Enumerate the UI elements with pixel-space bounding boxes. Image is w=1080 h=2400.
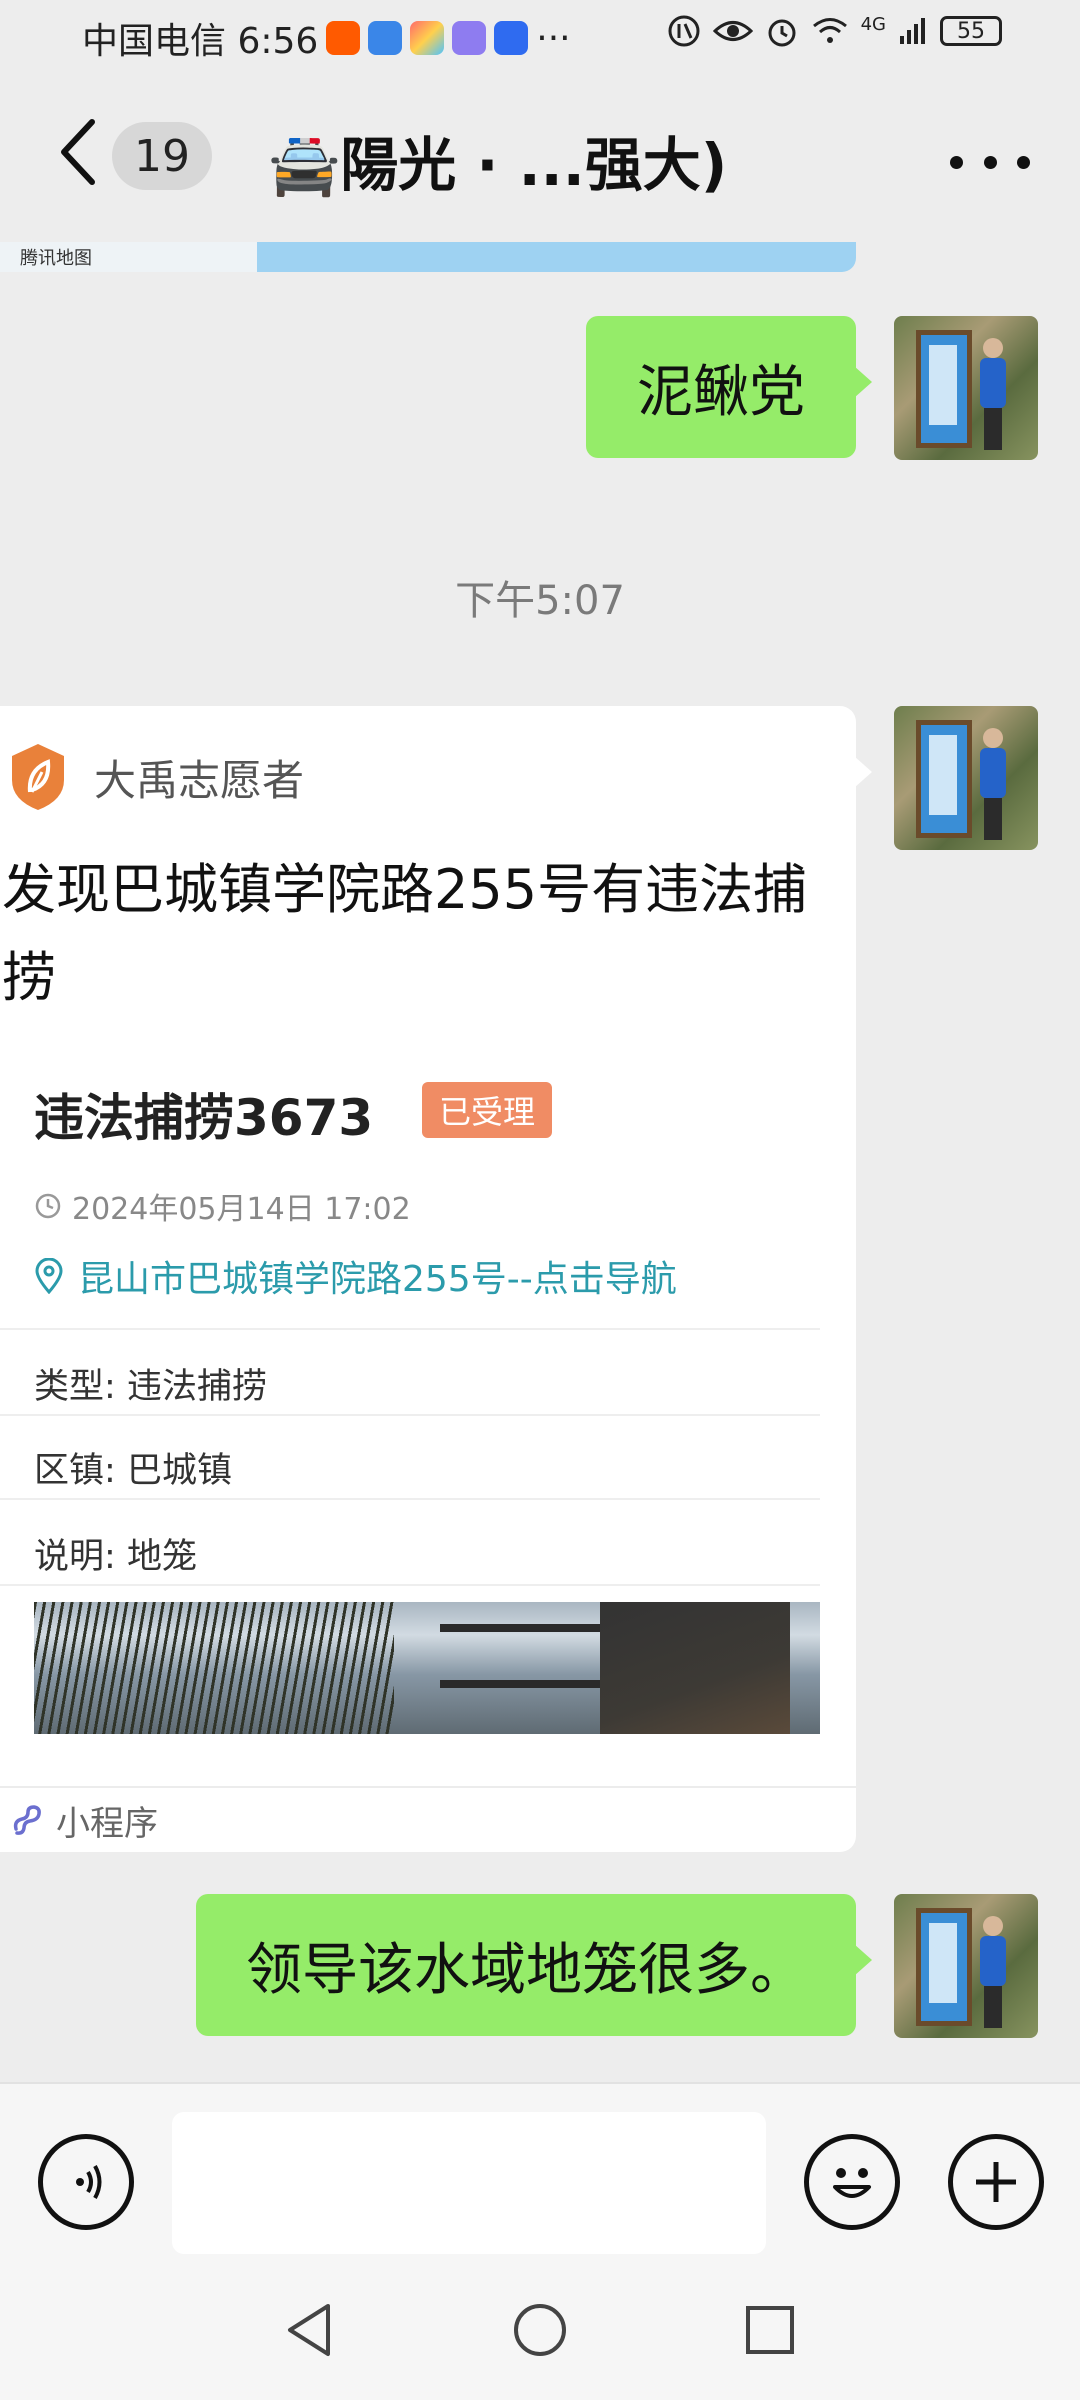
more-notifications-icon: ··· xyxy=(536,17,571,59)
location-pin-icon xyxy=(35,1258,63,1294)
smiley-icon xyxy=(833,2168,871,2198)
more-dot-icon xyxy=(1017,155,1030,169)
row-key: 区镇: xyxy=(34,1451,116,1491)
more-dot-icon xyxy=(983,155,997,169)
wifi-icon xyxy=(812,18,847,43)
back-button[interactable] xyxy=(50,112,110,192)
detail-row-type: 类型: 违法捕捞 xyxy=(34,1358,267,1409)
music-app-icon xyxy=(452,21,487,55)
status-badge: 已受理 xyxy=(422,1082,552,1138)
mini-program-footer: 小程序 xyxy=(0,1786,856,1852)
divider xyxy=(0,1328,820,1330)
voice-wave-icon xyxy=(76,2165,102,2199)
divider xyxy=(0,1414,820,1416)
detail-row-district: 区镇: 巴城镇 xyxy=(34,1442,232,1493)
more-dot-icon xyxy=(950,155,963,169)
case-location-link[interactable]: 昆山市巴城镇学院路255号--点击导航 xyxy=(34,1250,677,1302)
network-type-label: 4G xyxy=(860,13,886,35)
eye-icon xyxy=(712,21,753,41)
location-map-preview[interactable]: 腾讯地图 xyxy=(0,242,856,272)
voice-input-button[interactable] xyxy=(38,2134,134,2230)
more-functions-button[interactable] xyxy=(948,2134,1044,2230)
message-input[interactable] xyxy=(172,2112,766,2254)
timestamp-divider: 下午5:07 xyxy=(455,578,625,624)
avatar-signboard xyxy=(916,1908,972,2026)
mini-program-label: 小程序 xyxy=(56,1803,158,1844)
status-left: 中国电信 6:56 ··· xyxy=(82,12,571,64)
carrier-time: 中国电信 6:56 xyxy=(82,21,319,62)
chat-area[interactable]: 腾讯地图 泥鳅党 下午5:07 大禹志愿者 发现巴城镇学院路255号有违法捕捞 … xyxy=(0,242,1080,2082)
avatar-person xyxy=(980,338,1006,450)
divider xyxy=(0,1584,820,1586)
avatar-person xyxy=(980,1916,1006,2028)
case-datetime-text: 2024年05月14日 17:02 xyxy=(72,1192,411,1227)
row-value: 违法捕捞 xyxy=(126,1367,267,1407)
message-bubble-outgoing[interactable]: 领导该水域地笼很多。 xyxy=(196,1894,872,2036)
signal-icon xyxy=(900,18,925,44)
avatar-signboard xyxy=(916,330,972,448)
row-key: 类型: xyxy=(34,1367,116,1407)
message-bubble-outgoing[interactable]: 泥鳅党 xyxy=(586,316,872,458)
status-right: 4G 55 xyxy=(667,14,1002,48)
row-key: 说明: xyxy=(34,1537,116,1577)
avatar-person xyxy=(980,728,1006,840)
case-location-text: 昆山市巴城镇学院路255号--点击导航 xyxy=(78,1259,677,1300)
clock-icon xyxy=(35,1193,61,1219)
nav-home-icon[interactable] xyxy=(508,2298,572,2362)
card-title: 发现巴城镇学院路255号有违法捕捞 xyxy=(2,858,808,1009)
row-value: 地笼 xyxy=(126,1537,197,1577)
message-text: 泥鳅党 xyxy=(637,359,805,425)
leaf-logo-icon xyxy=(12,744,64,810)
emoji-button[interactable] xyxy=(804,2134,900,2230)
battery-level: 55 xyxy=(957,18,985,44)
data-saver-icon xyxy=(668,15,700,47)
unread-count-badge[interactable]: 19 xyxy=(112,122,212,190)
card-source-name: 大禹志愿者 xyxy=(94,755,305,805)
case-datetime: 2024年05月14日 17:02 xyxy=(34,1184,411,1228)
colorful-app-icon xyxy=(410,21,445,55)
case-title: 违法捕捞3673 xyxy=(34,1089,374,1147)
row-value: 巴城镇 xyxy=(126,1451,232,1491)
status-bar: 中国电信 6:56 ··· 4G 55 xyxy=(0,0,1080,72)
case-photo xyxy=(34,1602,820,1734)
divider xyxy=(0,1498,820,1500)
mini-program-card[interactable]: 大禹志愿者 发现巴城镇学院路255号有违法捕捞 违法捕捞3673 已受理 202… xyxy=(0,706,872,1852)
message-text: 领导该水域地笼很多。 xyxy=(246,1937,806,2003)
chat-title: 🚔陽光 · ...强大) xyxy=(268,131,728,199)
alarm-icon xyxy=(768,19,796,47)
lightbulb-app-icon xyxy=(494,21,529,55)
chat-header: 19 🚔陽光 · ...强大) xyxy=(0,72,1080,242)
chevron-left-icon xyxy=(61,119,95,185)
plus-icon xyxy=(976,2162,1016,2202)
mini-program-icon xyxy=(13,1805,41,1835)
cloud-app-icon xyxy=(368,21,403,55)
avatar[interactable] xyxy=(894,706,1038,850)
taobao-app-icon xyxy=(326,21,361,55)
detail-row-note: 说明: 地笼 xyxy=(34,1528,197,1579)
avatar[interactable] xyxy=(894,316,1038,460)
battery-indicator: 55 xyxy=(940,16,1002,46)
nav-back-icon[interactable] xyxy=(278,2298,342,2362)
nav-recents-icon[interactable] xyxy=(738,2298,802,2362)
map-provider-label: 腾讯地图 xyxy=(20,248,92,269)
photo-post xyxy=(600,1602,790,1734)
system-nav-bar xyxy=(0,2260,1080,2400)
photo-reeds xyxy=(34,1602,394,1734)
avatar-signboard xyxy=(916,720,972,838)
more-options-button[interactable] xyxy=(950,152,1030,172)
input-bar xyxy=(0,2082,1080,2260)
avatar[interactable] xyxy=(894,1894,1038,2038)
card-source: 大禹志愿者 xyxy=(8,742,304,812)
